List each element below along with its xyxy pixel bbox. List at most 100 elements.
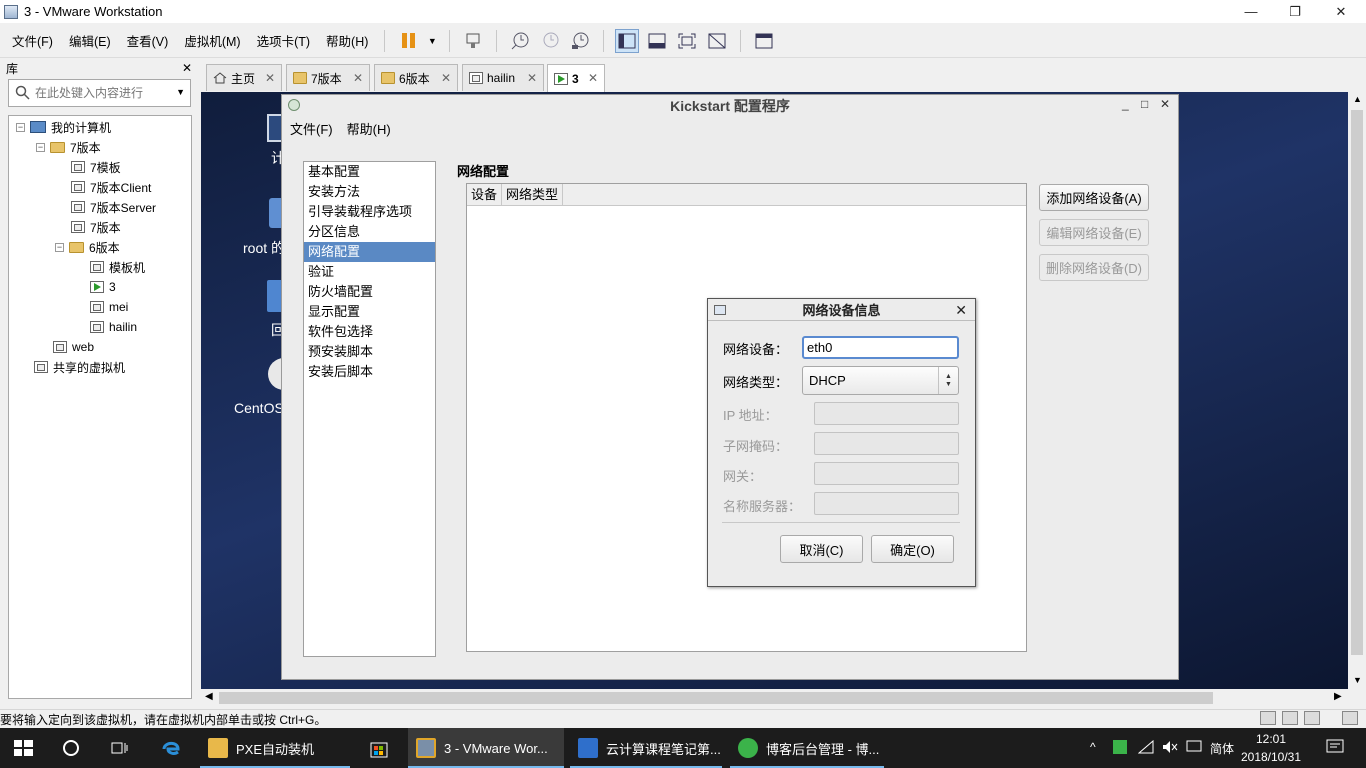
show-library-button[interactable] xyxy=(615,28,640,53)
collapse-icon[interactable]: − xyxy=(16,122,25,132)
dialog-close-icon[interactable]: ✕ xyxy=(955,302,967,319)
clock[interactable]: 12:01 2018/10/31 xyxy=(1236,730,1306,766)
kickstart-close-button[interactable]: ✕ xyxy=(1160,97,1170,111)
thumbnail-bar-button[interactable] xyxy=(645,29,669,53)
nav-item-install-method[interactable]: 安装方法 xyxy=(304,182,435,202)
unity-button[interactable] xyxy=(705,29,729,53)
netmask-field[interactable] xyxy=(814,432,959,455)
tab-home[interactable]: 主页 ✕ xyxy=(206,64,282,91)
taskbar-app-pxe[interactable]: PXE自动装机 xyxy=(200,728,350,768)
fullscreen-button[interactable] xyxy=(675,29,699,53)
nav-item-auth[interactable]: 验证 xyxy=(304,262,435,282)
tree-node-vm[interactable]: mei xyxy=(90,297,128,317)
scroll-thumb[interactable] xyxy=(1351,110,1363,655)
nav-item-basic[interactable]: 基本配置 xyxy=(304,162,435,182)
kickstart-minimize-button[interactable]: _ xyxy=(1122,97,1129,111)
taskbar-app-vmware[interactable]: 3 - VMware Wor... xyxy=(408,728,564,768)
nav-item-firewall[interactable]: 防火墙配置 xyxy=(304,282,435,302)
console-view-button[interactable] xyxy=(752,29,776,53)
action-center-button[interactable] xyxy=(1326,738,1344,759)
scroll-down-icon[interactable]: ▼ xyxy=(1353,675,1362,685)
tree-node-vm[interactable]: 7模板 xyxy=(71,157,121,177)
tree-node-folder-6[interactable]: − 6版本 xyxy=(55,237,120,257)
tab-folder-7[interactable]: 7版本 ✕ xyxy=(286,64,370,91)
menu-file[interactable]: 文件(F) xyxy=(4,31,61,50)
network-type-select[interactable]: DHCP ▲ ▼ xyxy=(802,366,959,395)
close-button[interactable]: ✕ xyxy=(1318,0,1364,23)
snapshot-manager-button[interactable] xyxy=(568,29,592,53)
collapse-icon[interactable]: − xyxy=(36,142,45,152)
menu-view[interactable]: 查看(V) xyxy=(119,31,177,50)
column-network-type[interactable]: 网络类型 xyxy=(502,183,564,206)
nav-item-post-script[interactable]: 安装后脚本 xyxy=(304,362,435,382)
nav-item-partition[interactable]: 分区信息 xyxy=(304,222,435,242)
scroll-thumb[interactable] xyxy=(219,692,1213,704)
menu-edit[interactable]: 编辑(E) xyxy=(61,31,119,50)
tab-hailin[interactable]: hailin ✕ xyxy=(462,64,544,91)
pause-button[interactable] xyxy=(396,29,420,53)
tab-folder-6[interactable]: 6版本 ✕ xyxy=(374,64,458,91)
scroll-left-icon[interactable]: ◀ xyxy=(205,691,213,702)
search-dropdown-icon[interactable]: ▼ xyxy=(176,87,185,97)
snapshot-button[interactable] xyxy=(508,29,532,53)
horizontal-scrollbar[interactable]: ◀ ▶ xyxy=(201,689,1348,707)
cancel-button[interactable]: 取消(C) xyxy=(780,535,863,563)
store-button[interactable] xyxy=(368,728,390,768)
tab-vm-3[interactable]: 3 ✕ xyxy=(547,64,605,92)
tree-node-my-computer[interactable]: − 我的计算机 xyxy=(16,117,111,137)
nav-item-pre-script[interactable]: 预安装脚本 xyxy=(304,342,435,362)
tree-node-shared[interactable]: 共享的虚拟机 xyxy=(34,357,125,377)
ip-address-field[interactable] xyxy=(814,402,959,425)
message-icon[interactable] xyxy=(1342,711,1358,725)
ok-button[interactable]: 确定(O) xyxy=(871,535,954,563)
minimize-button[interactable]: — xyxy=(1228,0,1274,23)
kickstart-menu-help[interactable]: 帮助(H) xyxy=(347,119,391,138)
add-network-device-button[interactable]: 添加网络设备(A) xyxy=(1039,184,1149,211)
library-close-icon[interactable]: ✕ xyxy=(182,61,192,75)
nav-item-network[interactable]: 网络配置 xyxy=(304,242,435,262)
nav-item-display[interactable]: 显示配置 xyxy=(304,302,435,322)
task-view-button[interactable] xyxy=(108,728,130,768)
wechat-tray-icon[interactable] xyxy=(1113,740,1127,754)
kickstart-menu-file[interactable]: 文件(F) xyxy=(290,119,333,138)
tree-node-vm[interactable]: 7版本 xyxy=(71,217,121,237)
menu-tabs[interactable]: 选项卡(T) xyxy=(249,31,318,50)
kickstart-maximize-button[interactable]: □ xyxy=(1141,97,1148,111)
tree-node-vm[interactable]: web xyxy=(53,337,94,357)
network-icon[interactable] xyxy=(1137,739,1154,757)
scroll-right-icon[interactable]: ▶ xyxy=(1334,691,1342,702)
tab-close-icon[interactable]: ✕ xyxy=(527,71,537,85)
vertical-scrollbar[interactable]: ▲ ▼ xyxy=(1348,92,1366,689)
edit-network-device-button[interactable]: 编辑网络设备(E) xyxy=(1039,219,1149,246)
maximize-button[interactable]: ❐ xyxy=(1272,0,1318,23)
library-search-input[interactable] xyxy=(35,86,165,100)
tree-node-vm[interactable]: 模板机 xyxy=(90,257,145,277)
spin-arrows-icon[interactable]: ▲ ▼ xyxy=(938,367,958,394)
tab-close-icon[interactable]: ✕ xyxy=(441,71,451,85)
display-icon[interactable] xyxy=(1186,740,1202,757)
tree-node-vm[interactable]: hailin xyxy=(90,317,137,337)
taskbar-app-wps[interactable]: 云计算课程笔记第... xyxy=(570,728,722,768)
show-hidden-icons-button[interactable]: ^ xyxy=(1090,740,1096,754)
input-method-indicator[interactable]: 简体 xyxy=(1210,740,1234,757)
tree-node-vm[interactable]: 7版本Server xyxy=(71,197,156,217)
menu-help[interactable]: 帮助(H) xyxy=(318,31,376,50)
tree-node-folder-7[interactable]: − 7版本 xyxy=(36,137,101,157)
edge-button[interactable] xyxy=(160,728,182,768)
scroll-up-icon[interactable]: ▲ xyxy=(1353,94,1362,104)
nav-item-packages[interactable]: 软件包选择 xyxy=(304,322,435,342)
start-button[interactable] xyxy=(12,728,34,768)
collapse-icon[interactable]: − xyxy=(55,242,64,252)
gateway-field[interactable] xyxy=(814,462,959,485)
name-server-field[interactable] xyxy=(814,492,959,515)
pause-dropdown-icon[interactable]: ▼ xyxy=(426,29,438,53)
hard-disk-icon[interactable] xyxy=(1260,711,1276,725)
send-ctrl-alt-del-button[interactable] xyxy=(461,29,485,53)
delete-network-device-button[interactable]: 删除网络设备(D) xyxy=(1039,254,1149,281)
network-adapter-icon[interactable] xyxy=(1304,711,1320,725)
tree-node-vm[interactable]: 7版本Client xyxy=(71,177,151,197)
tab-close-icon[interactable]: ✕ xyxy=(353,71,363,85)
volume-icon[interactable] xyxy=(1162,740,1178,757)
tree-node-vm-3[interactable]: 3 xyxy=(90,277,116,297)
nav-item-bootloader[interactable]: 引导装载程序选项 xyxy=(304,202,435,222)
